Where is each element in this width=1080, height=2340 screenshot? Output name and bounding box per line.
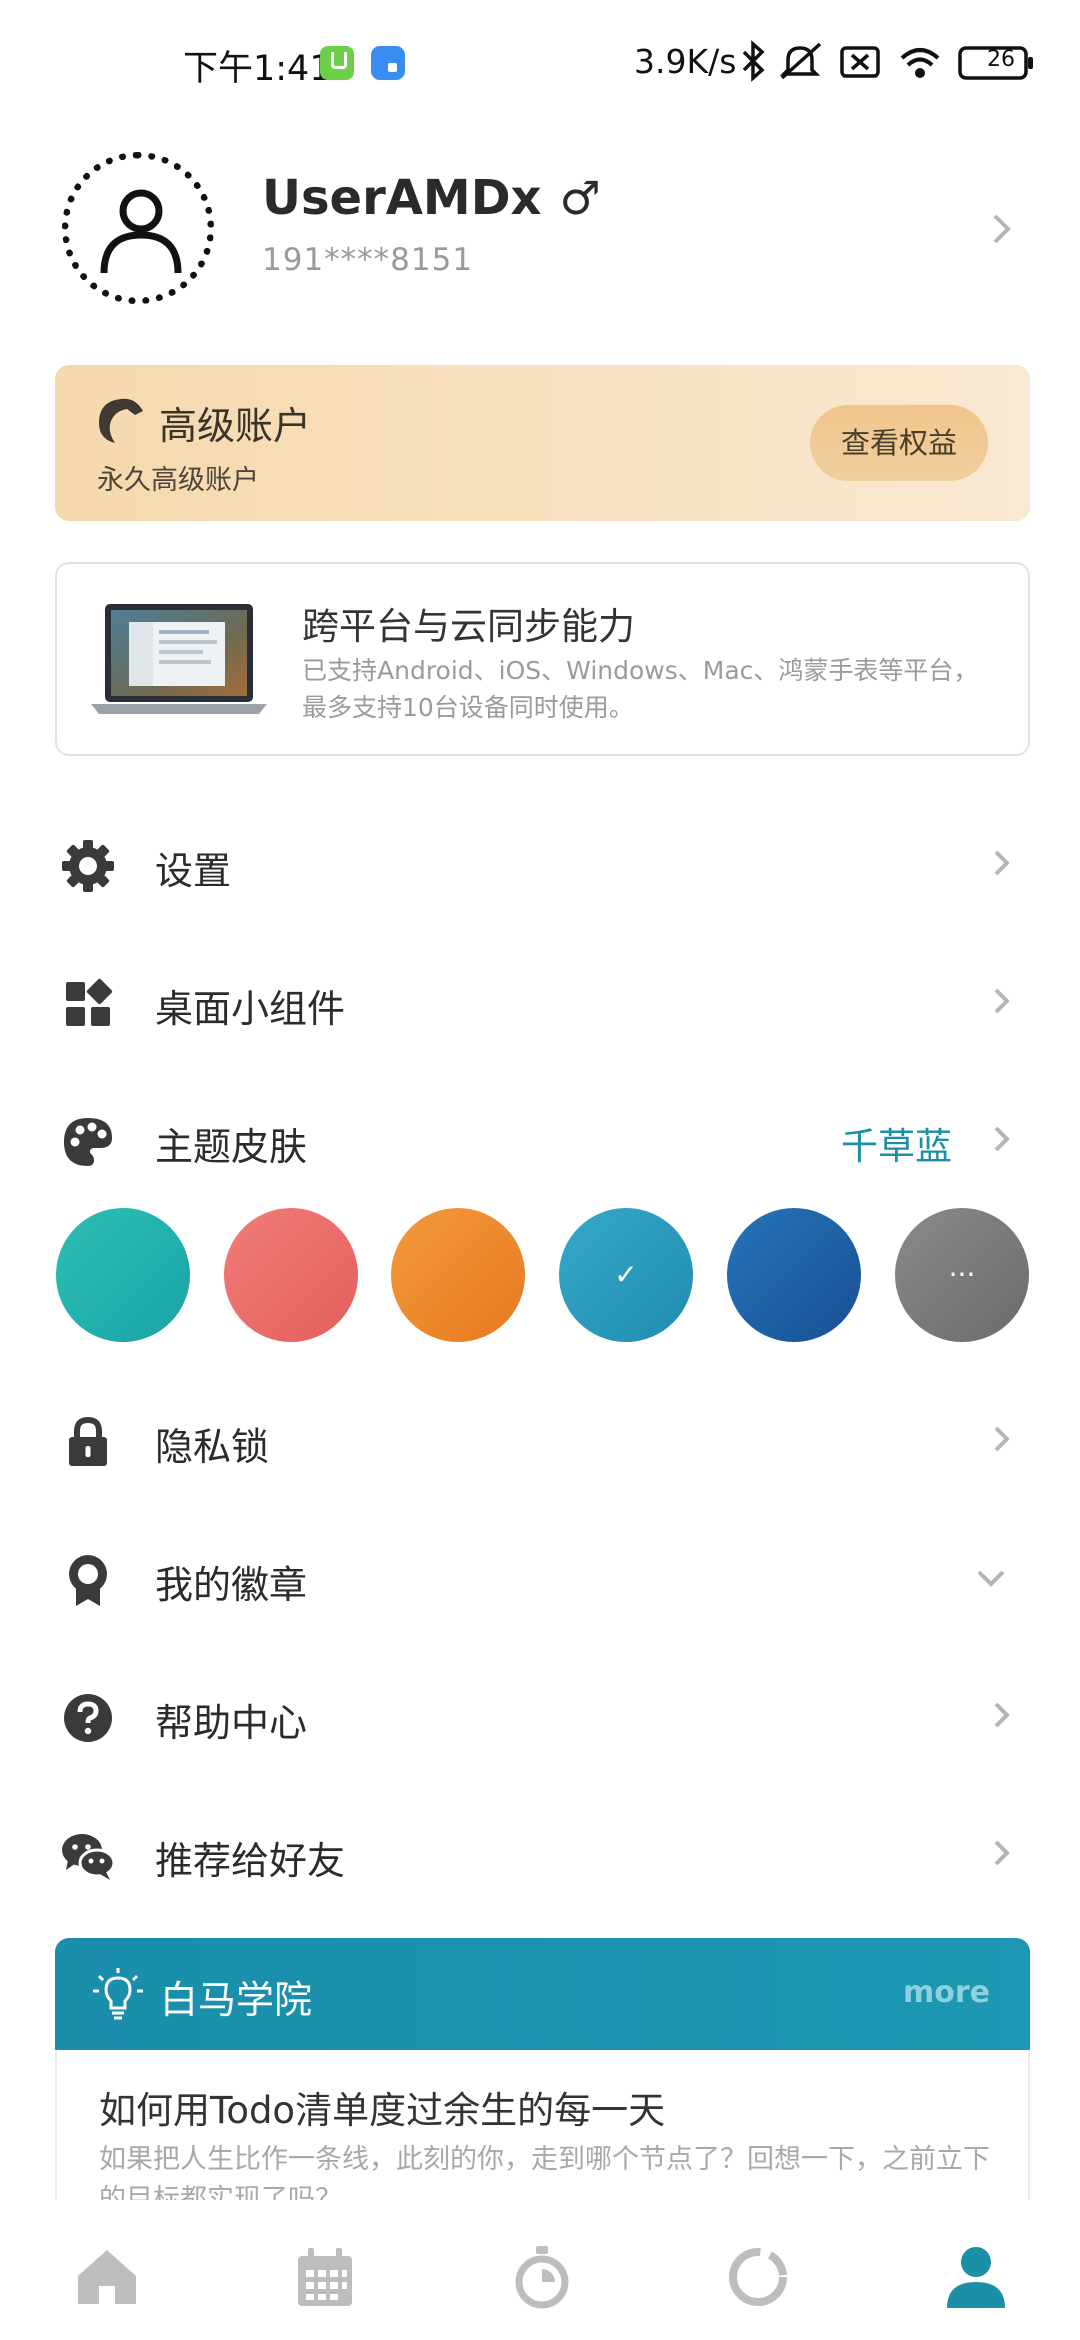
chevron-right-icon: [994, 1840, 1010, 1866]
menu-item-privacy-lock[interactable]: 隐私锁: [0, 1386, 1080, 1486]
chevron-right-icon: [994, 1702, 1010, 1728]
chevron-right-icon: [994, 850, 1010, 876]
gear-icon: [62, 840, 114, 892]
wifi-icon: [900, 48, 940, 78]
premium-subtitle: 永久高级账户: [97, 465, 259, 496]
calendar-tab-icon[interactable]: [290, 2242, 360, 2312]
academy-more-link[interactable]: more: [903, 1975, 990, 2010]
chevron-down-icon: [977, 1570, 1005, 1587]
chevron-right-icon: [994, 1426, 1010, 1452]
menu-label-theme: 主题皮肤: [155, 1125, 308, 1169]
phone-number: 191****8151: [262, 242, 474, 278]
profile-tab-icon[interactable]: [941, 2242, 1011, 2312]
menu-item-settings[interactable]: 设置: [0, 810, 1080, 910]
menu-item-theme[interactable]: 主题皮肤 千草蓝: [0, 1086, 1080, 1186]
horse-logo-icon: [99, 398, 143, 443]
help-question-icon: [64, 1694, 112, 1742]
mute-icon: [779, 42, 822, 80]
lock-icon: [69, 1416, 107, 1466]
palette-icon: [64, 1118, 112, 1166]
chevron-right-icon: [994, 1126, 1010, 1152]
academy-header: 白马学院 more: [55, 1938, 1030, 2050]
sync-title: 跨平台与云同步能力: [302, 605, 635, 648]
gender-male-icon: ♂: [559, 171, 601, 225]
premium-title: 高级账户: [159, 404, 312, 448]
bottom-nav: [0, 2200, 1080, 2340]
lightbulb-icon: [93, 1968, 143, 2020]
download-badge-icon: [320, 46, 354, 80]
menu-item-help[interactable]: 帮助中心: [0, 1662, 1080, 1762]
article-title: 如何用Todo清单度过余生的每一天: [99, 2089, 666, 2132]
view-benefits-button[interactable]: 查看权益: [810, 405, 988, 481]
more-dots-icon: ···: [948, 1258, 976, 1291]
menu-label-help: 帮助中心: [155, 1701, 308, 1745]
menu-item-recommend[interactable]: 推荐给好友: [0, 1800, 1080, 1900]
stats-tab-icon[interactable]: [723, 2242, 793, 2312]
laptop-image: [91, 604, 267, 714]
app-badge-icon: [371, 46, 405, 80]
sync-description: 已支持Android、iOS、Windows、Mac、鸿蒙手表等平台，最多支持1…: [302, 656, 979, 722]
user-icon: [100, 189, 182, 274]
battery-level: 26: [987, 47, 1015, 72]
theme-swatch-orange[interactable]: [391, 1208, 525, 1342]
theme-swatch-red[interactable]: [224, 1208, 358, 1342]
menu-label-recommend: 推荐给好友: [155, 1839, 346, 1883]
chevron-right-icon: [994, 988, 1010, 1014]
article-description: 如果把人生比作一条线，此刻的你，走到哪个节点了？回想一下，之前立下的目标都实现了…: [99, 2144, 990, 2200]
chevron-right-icon: [993, 214, 1011, 244]
menu-label-settings: 设置: [155, 849, 232, 893]
theme-swatch-teal[interactable]: [56, 1208, 190, 1342]
theme-swatch-dark-blue[interactable]: [727, 1208, 861, 1342]
check-icon: ✓: [614, 1258, 638, 1291]
username-text: UserAMDx: [262, 170, 542, 226]
menu-item-badges[interactable]: 我的徽章: [0, 1524, 1080, 1624]
academy-title: 白马学院: [160, 1978, 313, 2022]
sim-off-icon: [840, 46, 880, 78]
premium-card[interactable]: 高级账户 永久高级账户 查看权益: [55, 365, 1030, 521]
timer-tab-icon[interactable]: [507, 2242, 577, 2312]
menu-label-widgets: 桌面小组件: [155, 987, 346, 1031]
avatar[interactable]: [62, 152, 214, 304]
status-time: 下午1:41: [183, 49, 332, 89]
badge-ribbon-icon: [69, 1555, 107, 1606]
home-tab-icon[interactable]: [72, 2242, 142, 2312]
menu-label-privacy-lock: 隐私锁: [155, 1425, 270, 1469]
status-bar: 下午1:41 3.9K/s 26: [0, 0, 1080, 120]
net-speed: 3.9K/s: [634, 42, 737, 81]
current-theme-value: 千草蓝: [841, 1125, 952, 1168]
username: UserAMDx ♂: [262, 170, 601, 226]
menu-label-badges: 我的徽章: [155, 1563, 308, 1607]
theme-swatch-blue-selected[interactable]: ✓: [559, 1208, 693, 1342]
wechat-icon: [62, 1834, 116, 1880]
widgets-icon: [66, 978, 113, 1026]
menu-item-widgets[interactable]: 桌面小组件: [0, 948, 1080, 1048]
sync-card[interactable]: 跨平台与云同步能力 已支持Android、iOS、Windows、Mac、鸿蒙手…: [55, 562, 1030, 756]
theme-swatch-more[interactable]: ···: [895, 1208, 1029, 1342]
bluetooth-icon: [742, 40, 765, 82]
academy-article[interactable]: 如何用Todo清单度过余生的每一天 如果把人生比作一条线，此刻的你，走到哪个节点…: [55, 2050, 1030, 2200]
